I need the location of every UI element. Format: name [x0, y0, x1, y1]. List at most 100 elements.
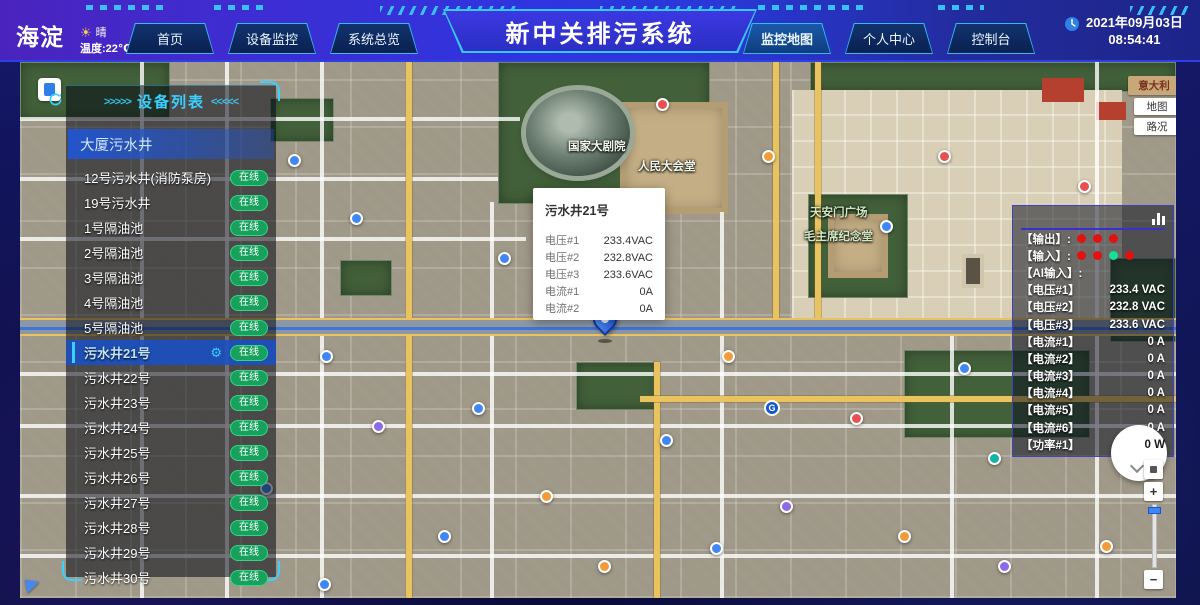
- map-poi-icon[interactable]: [498, 252, 511, 265]
- map-poi-icon[interactable]: [998, 560, 1011, 573]
- map-poi-icon[interactable]: [722, 350, 735, 363]
- map-label: 毛主席纪念堂: [804, 228, 873, 244]
- map-label: 国家大剧院: [568, 138, 626, 154]
- map-poi-icon[interactable]: [438, 530, 451, 543]
- map-poi-icon[interactable]: [988, 452, 1001, 465]
- device-label: 污水井24号: [84, 418, 150, 437]
- map-poi-icon[interactable]: [656, 98, 669, 111]
- telemetry-value: 0 A: [1148, 370, 1165, 382]
- nav-button[interactable]: 个人中心: [845, 23, 933, 54]
- map-poi-icon[interactable]: [598, 560, 611, 573]
- status-dot: [1109, 234, 1118, 243]
- device-list-item[interactable]: 1号隔油池 在线: [66, 215, 276, 240]
- nav-button[interactable]: 监控地图: [743, 23, 831, 54]
- device-list-item[interactable]: 污水井29号 在线: [66, 540, 276, 565]
- bar-chart-icon[interactable]: [1152, 213, 1165, 225]
- device-label: 19号污水井: [84, 193, 150, 212]
- device-list-item[interactable]: 污水井27号 在线: [66, 490, 276, 515]
- arrows-decor: <<<<<: [211, 96, 238, 108]
- nav-right: 监控地图 个人中心 控制台: [743, 23, 1035, 54]
- status-badge: 在线: [230, 395, 268, 411]
- telemetry-row: 【电压#3】 233.6 VAC: [1021, 316, 1165, 333]
- map-layer-button[interactable]: 意大利: [1128, 76, 1176, 95]
- map-layer-button[interactable]: 路况: [1134, 118, 1176, 135]
- telemetry-row: 【输入】:: [1021, 247, 1165, 264]
- device-list-item[interactable]: 4号隔油池 在线: [66, 290, 276, 315]
- device-list-item[interactable]: 5号隔油池 在线: [66, 315, 276, 340]
- zoom-slider-handle[interactable]: [1148, 507, 1161, 514]
- device-list-item[interactable]: 3号隔油池 在线: [66, 265, 276, 290]
- device-list-item[interactable]: 污水井25号 在线: [66, 440, 276, 465]
- device-list-item[interactable]: 污水井24号 在线: [66, 415, 276, 440]
- map-layer-button[interactable]: 地图: [1134, 98, 1176, 115]
- map-poi-icon[interactable]: [898, 530, 911, 543]
- nav-button[interactable]: 控制台: [947, 23, 1035, 54]
- map-attribution: [26, 578, 40, 592]
- datetime: 2021年09月03日 08:54:41: [1086, 14, 1183, 48]
- status-badge: 在线: [230, 345, 268, 361]
- map-poi-icon[interactable]: [938, 150, 951, 163]
- device-list-item[interactable]: 污水井28号 在线: [66, 515, 276, 540]
- popup-row-value: 0A: [640, 301, 653, 318]
- status-badge: 在线: [230, 445, 268, 461]
- map-poi-icon[interactable]: [880, 220, 893, 233]
- popup-rows: 电压#1 233.4VAC 电压#2 232.8VAC 电压#3 233.6VA…: [545, 233, 653, 318]
- subway-station-icon[interactable]: G: [764, 400, 780, 416]
- map-poi-icon[interactable]: [320, 350, 333, 363]
- status-dot: [1077, 251, 1086, 260]
- map-canvas[interactable]: 国家大剧院 人民大会堂 天安门广场 毛主席纪念堂 G: [20, 62, 1176, 598]
- telemetry-value: 232.8 VAC: [1110, 301, 1165, 313]
- status-dot: [1109, 251, 1118, 260]
- device-list-item[interactable]: 污水井21号 ⚙ 在线: [66, 340, 276, 365]
- telemetry-row: 【电流#1】 0 A: [1021, 333, 1165, 350]
- popup-row-label: 电压#2: [545, 250, 579, 267]
- map-poi-icon[interactable]: [288, 154, 301, 167]
- zoom-in-button[interactable]: +: [1144, 482, 1163, 501]
- map-poi-icon[interactable]: [1100, 540, 1113, 553]
- device-label: 污水井26号: [84, 468, 150, 487]
- device-list-item[interactable]: 污水井30号 在线: [66, 565, 276, 590]
- map-poi-icon[interactable]: [472, 402, 485, 415]
- telemetry-value: 233.6 VAC: [1110, 319, 1165, 331]
- map-poi-icon[interactable]: [660, 434, 673, 447]
- telemetry-row: 【电压#2】 232.8 VAC: [1021, 299, 1165, 316]
- device-list-item[interactable]: 19号污水井 在线: [66, 190, 276, 215]
- status-badge: 在线: [230, 245, 268, 261]
- device-list-item[interactable]: 污水井23号 在线: [66, 390, 276, 415]
- map-poi-icon[interactable]: [710, 542, 723, 555]
- map-poi-icon[interactable]: [540, 490, 553, 503]
- map-poi-icon[interactable]: [350, 212, 363, 225]
- gear-icon[interactable]: ⚙: [210, 345, 222, 361]
- refresh-icon[interactable]: [48, 92, 63, 107]
- nav-button[interactable]: 首页: [126, 23, 214, 54]
- map-poi-icon[interactable]: [850, 412, 863, 425]
- zoom-out-button[interactable]: −: [1144, 570, 1163, 589]
- telemetry-value: 0 A: [1148, 336, 1165, 348]
- deco-dots: [758, 5, 864, 10]
- nav-button[interactable]: 系统总览: [330, 23, 418, 54]
- page-title: 新中关排污系统: [445, 11, 755, 51]
- locate-button[interactable]: [1144, 460, 1163, 479]
- map-poi-icon[interactable]: [762, 150, 775, 163]
- telemetry-label: 【输出】:: [1021, 231, 1071, 247]
- zoom-slider-track[interactable]: [1152, 504, 1157, 568]
- map-poi-icon[interactable]: [372, 420, 385, 433]
- map-layer-control: 意大利 地图 路况: [1128, 76, 1176, 135]
- telemetry-label: 【电流#1】: [1021, 334, 1080, 350]
- telemetry-label: 【输入】:: [1021, 248, 1071, 264]
- nav-button[interactable]: 设备监控: [228, 23, 316, 54]
- map-poi-icon[interactable]: [1078, 180, 1091, 193]
- device-category[interactable]: 大厦污水井: [68, 129, 274, 159]
- device-list-item[interactable]: 12号污水井(消防泵房) 在线: [66, 165, 276, 190]
- map-poi-icon[interactable]: [318, 578, 331, 591]
- popup-row-value: 233.6VAC: [604, 267, 653, 284]
- weather-label: 晴: [96, 24, 107, 40]
- device-list-item[interactable]: 2号隔油池 在线: [66, 240, 276, 265]
- device-label: 4号隔油池: [84, 293, 143, 312]
- status-badge: 在线: [230, 570, 268, 586]
- device-list-item[interactable]: 污水井22号 在线: [66, 365, 276, 390]
- device-list-item[interactable]: 污水井26号 在线: [66, 465, 276, 490]
- status-badge: 在线: [230, 520, 268, 536]
- map-poi-icon[interactable]: [780, 500, 793, 513]
- map-poi-icon[interactable]: [958, 362, 971, 375]
